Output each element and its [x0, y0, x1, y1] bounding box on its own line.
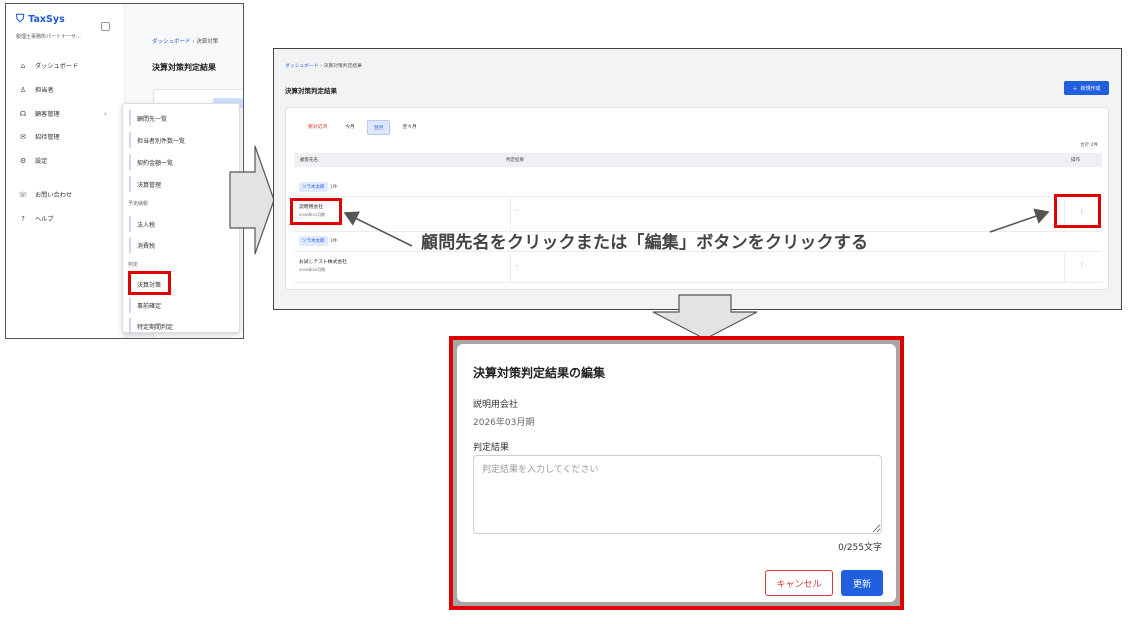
- company-name: 説明用会社: [473, 400, 519, 410]
- edit-dialog-screenshot: 決算対策判定結果の編集 説明用会社 2026年03月期 判定結果 0/255文字…: [449, 336, 904, 610]
- cancel-button[interactable]: キャンセル: [765, 570, 833, 596]
- fiscal-period: 2026年03月期: [473, 418, 535, 428]
- char-counter: 0/255文字: [838, 543, 882, 553]
- update-button[interactable]: 更新: [841, 570, 883, 596]
- result-field-label: 判定結果: [473, 443, 510, 453]
- arrow-to-options: [989, 208, 1050, 233]
- instruction-text: 顧問先名をクリックまたは「編集」ボタンをクリックする: [421, 233, 869, 253]
- arrow-to-client-name: [343, 211, 413, 247]
- result-textarea[interactable]: [473, 455, 882, 534]
- arrow-down-icon: [652, 294, 758, 340]
- dialog-title: 決算対策判定結果の編集: [473, 366, 606, 380]
- edit-dialog: 決算対策判定結果の編集 説明用会社 2026年03月期 判定結果 0/255文字…: [457, 344, 896, 602]
